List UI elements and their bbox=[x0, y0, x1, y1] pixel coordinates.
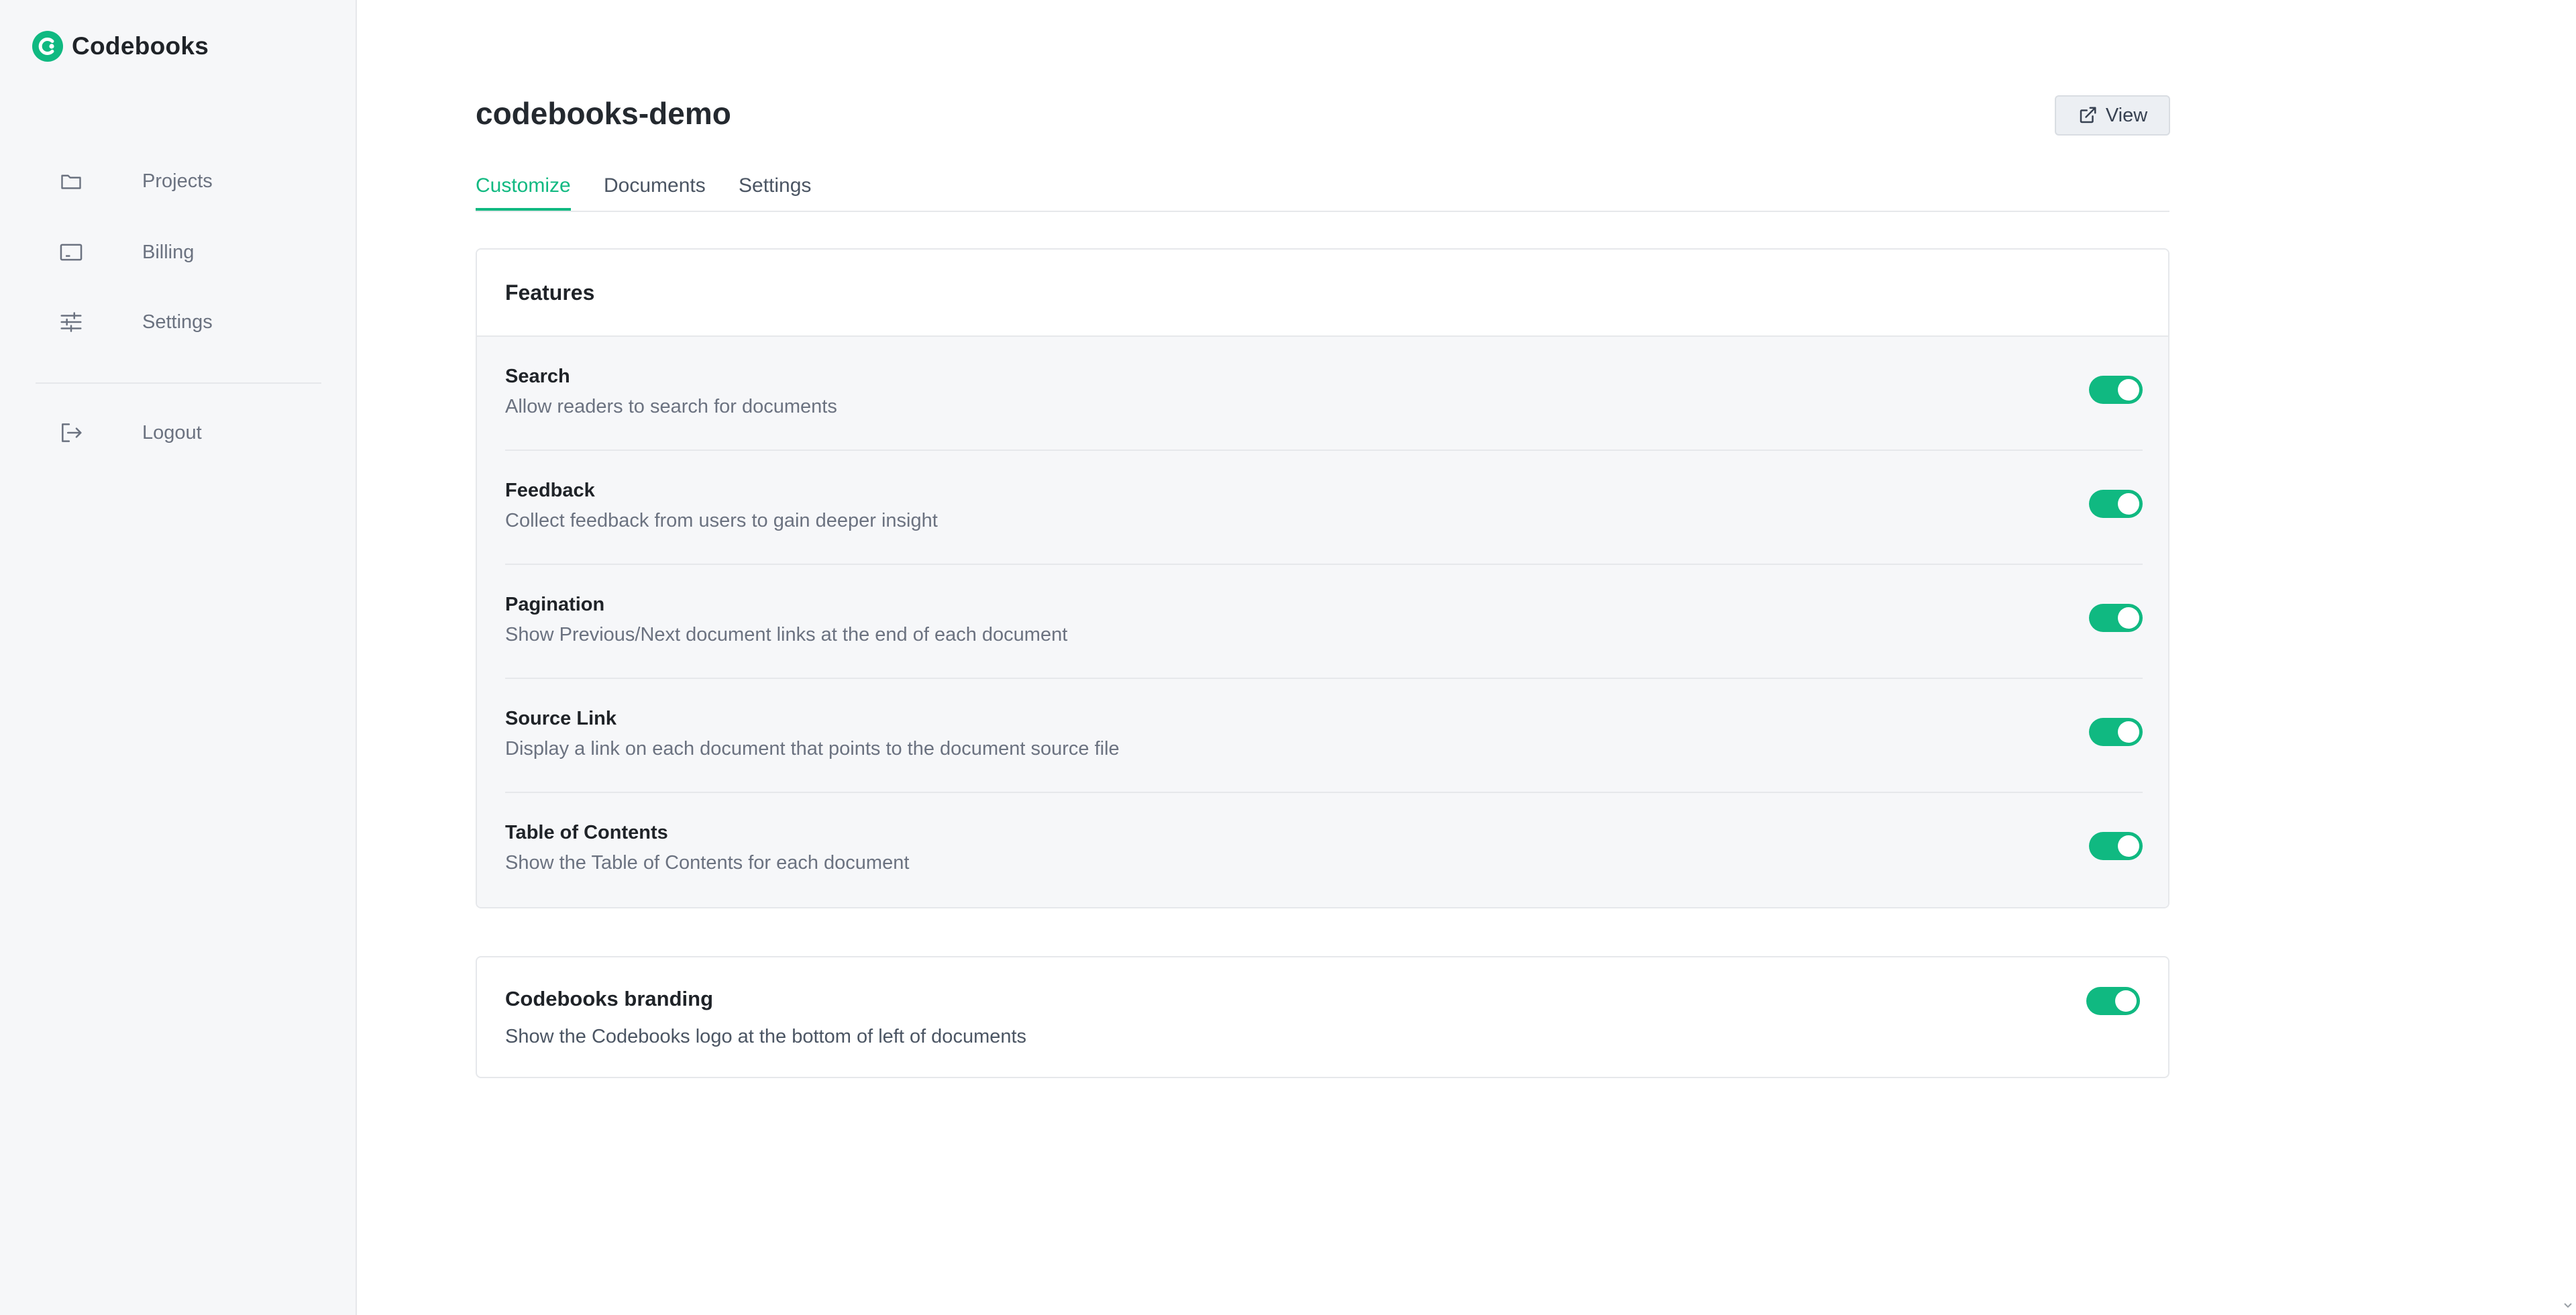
credit-card-icon bbox=[58, 239, 85, 266]
features-title: Features bbox=[505, 280, 595, 305]
sidebar-item-label: Logout bbox=[142, 421, 202, 443]
sidebar-item-settings[interactable]: Settings bbox=[0, 299, 357, 346]
sidebar-item-label: Projects bbox=[142, 170, 213, 192]
folder-icon bbox=[58, 168, 85, 195]
sidebar: Codebooks Projects Billing Settings Logo… bbox=[0, 0, 357, 1315]
feature-title: Pagination bbox=[505, 594, 605, 615]
feature-row-search: Search Allow readers to search for docum… bbox=[505, 337, 2143, 451]
feature-title: Table of Contents bbox=[505, 822, 668, 843]
scrollbar[interactable] bbox=[2560, 0, 2576, 1315]
feature-row-source-link: Source Link Display a link on each docum… bbox=[505, 679, 2143, 793]
sidebar-item-label: Settings bbox=[142, 311, 213, 333]
toggle-knob bbox=[2118, 721, 2139, 743]
toggle-knob bbox=[2118, 379, 2139, 401]
pagination-toggle[interactable] bbox=[2089, 604, 2143, 632]
tab-settings[interactable]: Settings bbox=[739, 173, 811, 211]
feature-description: Collect feedback from users to gain deep… bbox=[505, 510, 938, 531]
feature-description: Display a link on each document that poi… bbox=[505, 738, 1120, 759]
sidebar-item-logout[interactable]: Logout bbox=[0, 409, 357, 456]
sidebar-item-projects[interactable]: Projects bbox=[0, 158, 357, 205]
logout-icon bbox=[58, 419, 85, 446]
brand-name: Codebooks bbox=[72, 32, 209, 60]
external-link-icon bbox=[2078, 105, 2098, 125]
feature-title: Feedback bbox=[505, 480, 595, 501]
feature-title: Source Link bbox=[505, 708, 616, 729]
branding-title: Codebooks branding bbox=[505, 987, 713, 1010]
toggle-knob bbox=[2118, 493, 2139, 515]
sidebar-item-label: Billing bbox=[142, 241, 195, 263]
features-card-header: Features bbox=[477, 250, 2168, 337]
sidebar-divider bbox=[36, 382, 321, 384]
branding-toggle[interactable] bbox=[2086, 987, 2140, 1015]
branding-card: Codebooks branding Show the Codebooks lo… bbox=[476, 956, 2169, 1078]
view-button-label: View bbox=[2105, 104, 2148, 126]
page-title: codebooks-demo bbox=[476, 96, 731, 131]
codebooks-logo-icon bbox=[32, 31, 63, 62]
tab-documents[interactable]: Documents bbox=[604, 173, 706, 211]
feedback-toggle[interactable] bbox=[2089, 490, 2143, 518]
source-link-toggle[interactable] bbox=[2089, 718, 2143, 746]
toggle-knob bbox=[2118, 835, 2139, 857]
feature-description: Allow readers to search for documents bbox=[505, 396, 837, 417]
feature-row-feedback: Feedback Collect feedback from users to … bbox=[505, 451, 2143, 565]
tab-bar: Customize Documents Settings bbox=[476, 173, 2169, 212]
view-button[interactable]: View bbox=[2055, 95, 2170, 136]
feature-description: Show Previous/Next document links at the… bbox=[505, 624, 1068, 645]
sliders-icon bbox=[58, 309, 85, 335]
tab-customize[interactable]: Customize bbox=[476, 173, 571, 211]
feature-row-pagination: Pagination Show Previous/Next document l… bbox=[505, 565, 2143, 679]
features-card: Features Search Allow readers to search … bbox=[476, 248, 2169, 908]
toggle-knob bbox=[2118, 607, 2139, 629]
app-root: Codebooks Projects Billing Settings Logo… bbox=[0, 0, 2576, 1315]
branding-description: Show the Codebooks logo at the bottom of… bbox=[505, 1026, 1027, 1047]
feature-title: Search bbox=[505, 366, 570, 387]
search-toggle[interactable] bbox=[2089, 376, 2143, 404]
sidebar-item-billing[interactable]: Billing bbox=[0, 229, 357, 276]
toggle-knob bbox=[2115, 990, 2137, 1012]
features-list: Search Allow readers to search for docum… bbox=[477, 337, 2168, 907]
feature-description: Show the Table of Contents for each docu… bbox=[505, 852, 910, 874]
feature-row-table-of-contents: Table of Contents Show the Table of Cont… bbox=[505, 793, 2143, 907]
scroll-down-icon[interactable] bbox=[2563, 1300, 2573, 1311]
brand[interactable]: Codebooks bbox=[32, 30, 209, 62]
table-of-contents-toggle[interactable] bbox=[2089, 832, 2143, 860]
